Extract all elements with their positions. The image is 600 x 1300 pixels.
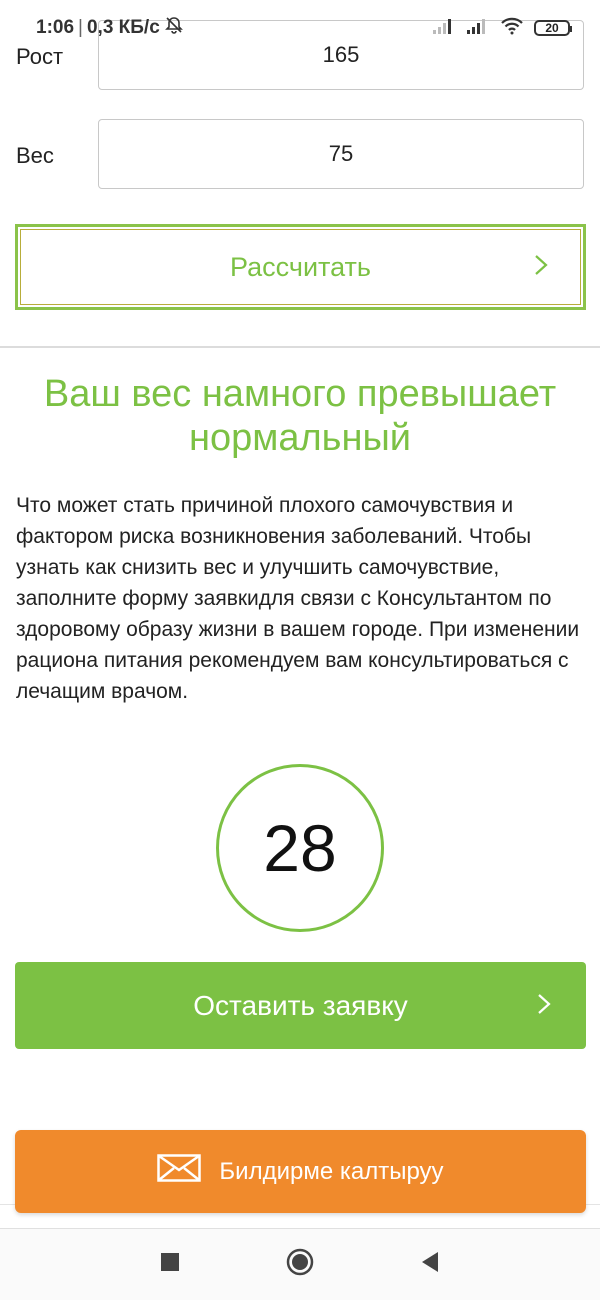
bmi-value: 28 [263,811,337,885]
square-icon [160,1252,180,1277]
result-description: Что может стать причиной плохого самочув… [16,494,580,703]
status-right: 20 [432,17,572,40]
feedback-button-label: Билдирме калтыруу [219,1157,444,1185]
status-time: 1:06 [36,17,75,38]
status-bar: 1:06 | 0,3 КБ/с 20 [0,0,600,56]
chevron-right-icon [536,990,552,1022]
battery-indicator: 20 [534,20,572,36]
envelope-icon [157,1154,202,1189]
calculate-button[interactable]: Рассчитать [15,224,586,310]
status-speed: 0,3 КБ/с [86,17,160,38]
circle-icon [285,1247,315,1282]
signal-icon [432,17,456,40]
nav-recents-button[interactable] [150,1245,190,1285]
system-navigation-bar [0,1228,600,1300]
calculate-button-label: Рассчитать [230,251,371,282]
weight-row: Вес 75 [0,119,600,189]
result-title: Ваш вес намного превышает нормальный [43,373,557,459]
status-separator: | [78,17,83,38]
weight-input[interactable]: 75 [98,119,584,189]
nav-back-button[interactable] [410,1245,450,1285]
bmi-value-circle: 28 [216,764,384,932]
chevron-right-icon [533,251,549,283]
bell-off-icon [164,15,184,41]
feedback-button[interactable]: Билдирме калтыруу [15,1130,586,1213]
weight-label: Вес [16,143,54,168]
apply-button[interactable]: Оставить заявку [15,962,586,1049]
nav-home-button[interactable] [280,1245,320,1285]
wifi-icon [500,17,524,40]
status-left: 1:06 | 0,3 КБ/с [36,15,184,41]
apply-button-label: Оставить заявку [193,989,408,1021]
signal-icon [466,17,490,40]
section-divider [0,346,600,348]
triangle-back-icon [420,1251,440,1278]
